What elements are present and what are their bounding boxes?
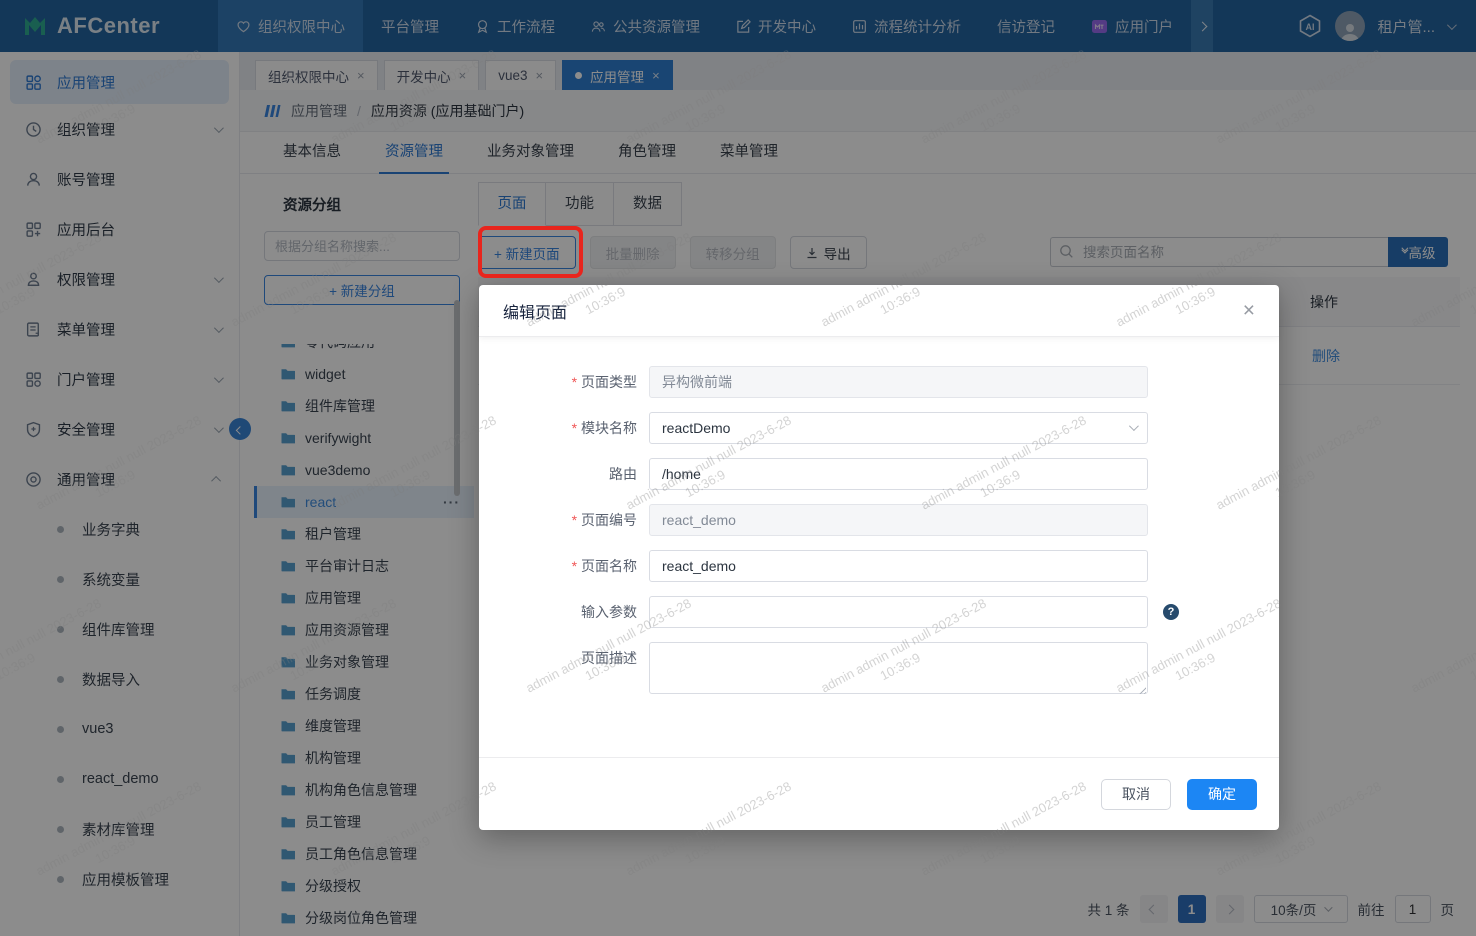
- field-label: 路由: [609, 466, 637, 482]
- dialog-title: 编辑页面: [503, 304, 568, 322]
- page-code-input: [649, 504, 1148, 536]
- help-icon[interactable]: ?: [1163, 604, 1179, 620]
- field-label: 输入参数: [581, 604, 637, 620]
- page-type-input: [649, 366, 1148, 398]
- field-label: 页面描述: [581, 650, 637, 666]
- field-label: 页面编号: [479, 504, 637, 536]
- form-row-input-params: 输入参数 ?: [479, 596, 1279, 628]
- close-icon[interactable]: ×: [1243, 300, 1255, 321]
- page-name-input[interactable]: [649, 550, 1148, 582]
- confirm-button[interactable]: 确定: [1187, 778, 1257, 810]
- form-row-route: 路由: [479, 458, 1279, 490]
- dialog-body: 页面类型 模块名称 路由 页面编号 页面名称 输入参数 ?: [479, 337, 1279, 697]
- form-row-module-name: 模块名称: [479, 412, 1279, 444]
- form-row-page-code: 页面编号: [479, 504, 1279, 536]
- edit-page-dialog: 编辑页面 × 页面类型 模块名称 路由 页面编号 页面名称 输入参数: [479, 285, 1279, 830]
- page-description-textarea[interactable]: [649, 642, 1148, 694]
- module-name-select[interactable]: [649, 412, 1148, 444]
- field-label: 页面名称: [479, 550, 637, 582]
- route-input[interactable]: [649, 458, 1148, 490]
- input-params-input[interactable]: [649, 596, 1148, 628]
- field-label: 模块名称: [479, 412, 637, 444]
- form-row-page-type: 页面类型: [479, 366, 1279, 398]
- form-row-page-description: 页面描述: [479, 642, 1279, 697]
- field-label: 页面类型: [479, 366, 637, 398]
- dialog-footer: 取消 确定: [479, 757, 1279, 830]
- form-row-page-name: 页面名称: [479, 550, 1279, 582]
- dialog-header: 编辑页面 ×: [479, 285, 1279, 337]
- cancel-button[interactable]: 取消: [1101, 778, 1171, 810]
